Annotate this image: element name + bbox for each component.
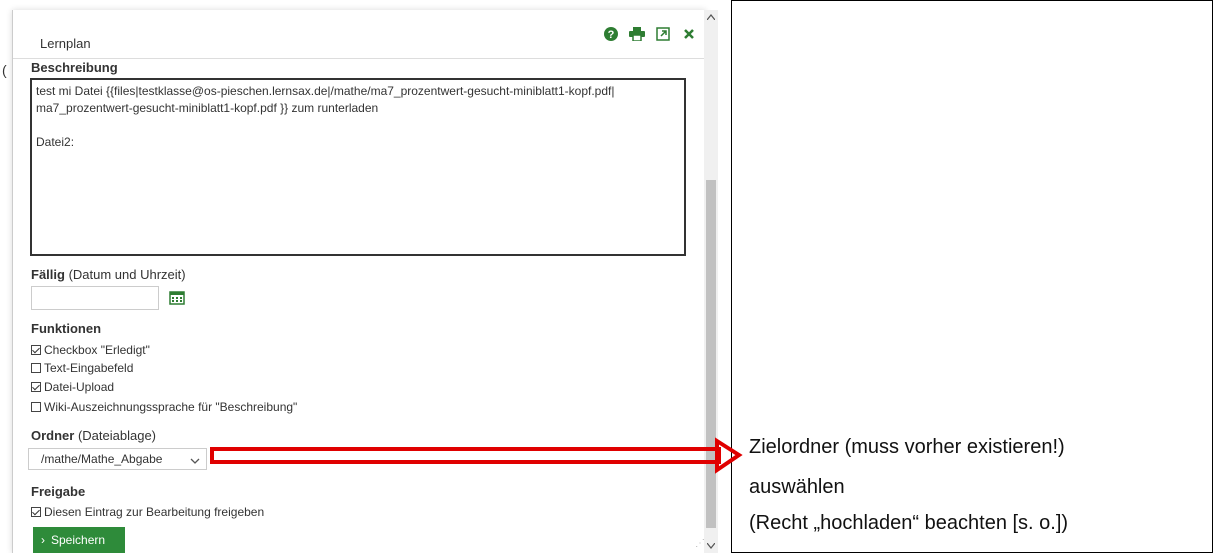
annotation-arrow <box>210 437 743 474</box>
annotation-panel <box>731 0 1213 553</box>
annotation-line-2: auswählen <box>749 476 845 498</box>
annotation-line-1: Zielordner (muss vorher existieren!) <box>749 436 1065 458</box>
annotation-line-3: (Recht „hochladen“ beachten [s. o.]) <box>749 512 1069 534</box>
